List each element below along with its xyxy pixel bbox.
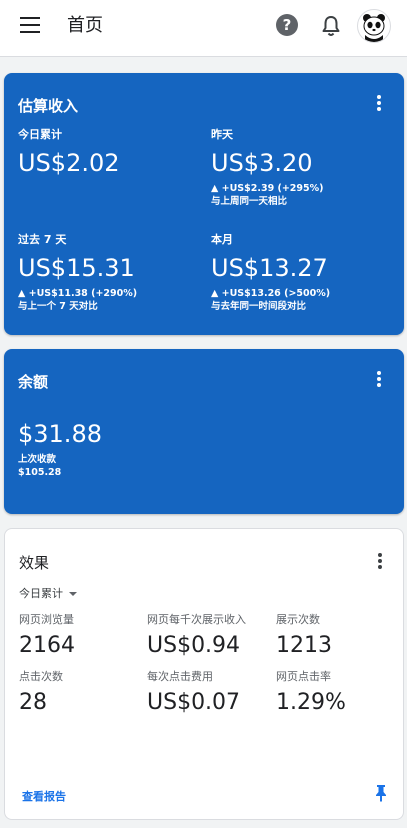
balance-amount-block: $31.88 上次收款 $105.28: [18, 419, 102, 479]
metric-label: 点击次数: [19, 670, 63, 683]
yesterday-delta: ▲ +US$2.39 (+295%) 与上周同一天相比: [211, 182, 323, 208]
top-app-bar: 首页 ?: [0, 0, 407, 57]
yesterday-delta-value: ▲ +US$2.39 (+295%): [211, 183, 324, 194]
metric-cpc: 每次点击费用 US$0.07: [147, 670, 240, 717]
balance-more-icon[interactable]: [376, 371, 382, 389]
help-icon[interactable]: ?: [276, 14, 298, 36]
metric-page-views: 网页浏览量 2164: [19, 613, 75, 660]
page-title: 首页: [67, 15, 103, 36]
pin-icon[interactable]: [373, 784, 389, 802]
yesterday-label: 昨天: [211, 128, 233, 141]
metric-page-ctr: 网页点击率 1.29%: [276, 670, 346, 717]
today-earnings: 今日累计 US$2.02: [18, 128, 120, 178]
metric-value: 1.29%: [276, 690, 346, 715]
metric-value: 1213: [276, 633, 332, 658]
notifications-bell-icon[interactable]: [320, 14, 342, 38]
last-payment-label: 上次收款: [18, 454, 57, 465]
balance-amount: $31.88: [18, 420, 102, 448]
last-7-days-compare-text: 与上一个 7 天对比: [18, 301, 98, 312]
menu-icon[interactable]: [20, 17, 42, 39]
performance-card: 效果 今日累计 网页浏览量 2164 网页每千次展示收入 US$0.94 展示次…: [4, 528, 404, 820]
last-7-days-earnings: 过去 7 天 US$15.31 ▲ +US$11.38 (+290%) 与上一个…: [18, 233, 137, 313]
date-range-dropdown[interactable]: 今日累计: [19, 585, 77, 601]
this-month-earnings: 本月 US$13.27 ▲ +US$13.26 (>500%) 与去年同一时间段…: [211, 233, 330, 313]
this-month-label: 本月: [211, 233, 233, 246]
metric-label: 展示次数: [276, 613, 320, 626]
this-month-compare-text: 与去年同一时间段对比: [211, 301, 307, 312]
metric-clicks: 点击次数 28: [19, 670, 63, 717]
metric-value: US$0.94: [147, 633, 241, 658]
today-label: 今日累计: [18, 128, 62, 141]
metric-label: 网页每千次展示收入: [147, 613, 246, 626]
metric-impressions: 展示次数 1213: [276, 613, 332, 660]
estimated-earnings-more-icon[interactable]: [376, 95, 382, 113]
last-payment-value: $105.28: [18, 467, 62, 478]
performance-title: 效果: [19, 554, 50, 572]
yesterday-value: US$3.20: [211, 149, 313, 177]
chevron-down-icon: [69, 592, 77, 596]
metric-value: US$0.07: [147, 690, 241, 715]
last-7-days-value: US$15.31: [18, 254, 135, 282]
this-month-value: US$13.27: [211, 254, 328, 282]
date-range-value: 今日累计: [19, 587, 63, 600]
estimated-earnings-title: 估算收入: [18, 97, 79, 115]
yesterday-compare-text: 与上周同一天相比: [211, 196, 288, 207]
metric-page-rpm: 网页每千次展示收入 US$0.94: [147, 613, 246, 660]
metric-value: 28: [19, 690, 47, 715]
metric-value: 2164: [19, 633, 75, 658]
this-month-delta-value: ▲ +US$13.26 (>500%): [211, 288, 331, 299]
account-avatar[interactable]: [357, 9, 391, 43]
today-value: US$2.02: [18, 149, 120, 177]
metric-label: 每次点击费用: [147, 670, 213, 683]
performance-more-icon[interactable]: [377, 553, 383, 571]
this-month-delta: ▲ +US$13.26 (>500%) 与去年同一时间段对比: [211, 287, 330, 313]
last-7-days-delta-value: ▲ +US$11.38 (+290%): [18, 288, 138, 299]
balance-card: 余额 $31.88 上次收款 $105.28: [4, 349, 404, 514]
view-report-link[interactable]: 查看报告: [22, 788, 66, 804]
metric-label: 网页浏览量: [19, 613, 74, 626]
last-7-days-label: 过去 7 天: [18, 233, 67, 246]
estimated-earnings-card: 估算收入 今日累计 US$2.02 昨天 US$3.20 ▲ +US$2.39 …: [4, 73, 404, 335]
balance-title: 余额: [18, 373, 49, 391]
metric-label: 网页点击率: [276, 670, 331, 683]
yesterday-earnings: 昨天 US$3.20 ▲ +US$2.39 (+295%) 与上周同一天相比: [211, 128, 323, 208]
last-7-days-delta: ▲ +US$11.38 (+290%) 与上一个 7 天对比: [18, 287, 137, 313]
last-payment: 上次收款 $105.28: [18, 453, 102, 479]
